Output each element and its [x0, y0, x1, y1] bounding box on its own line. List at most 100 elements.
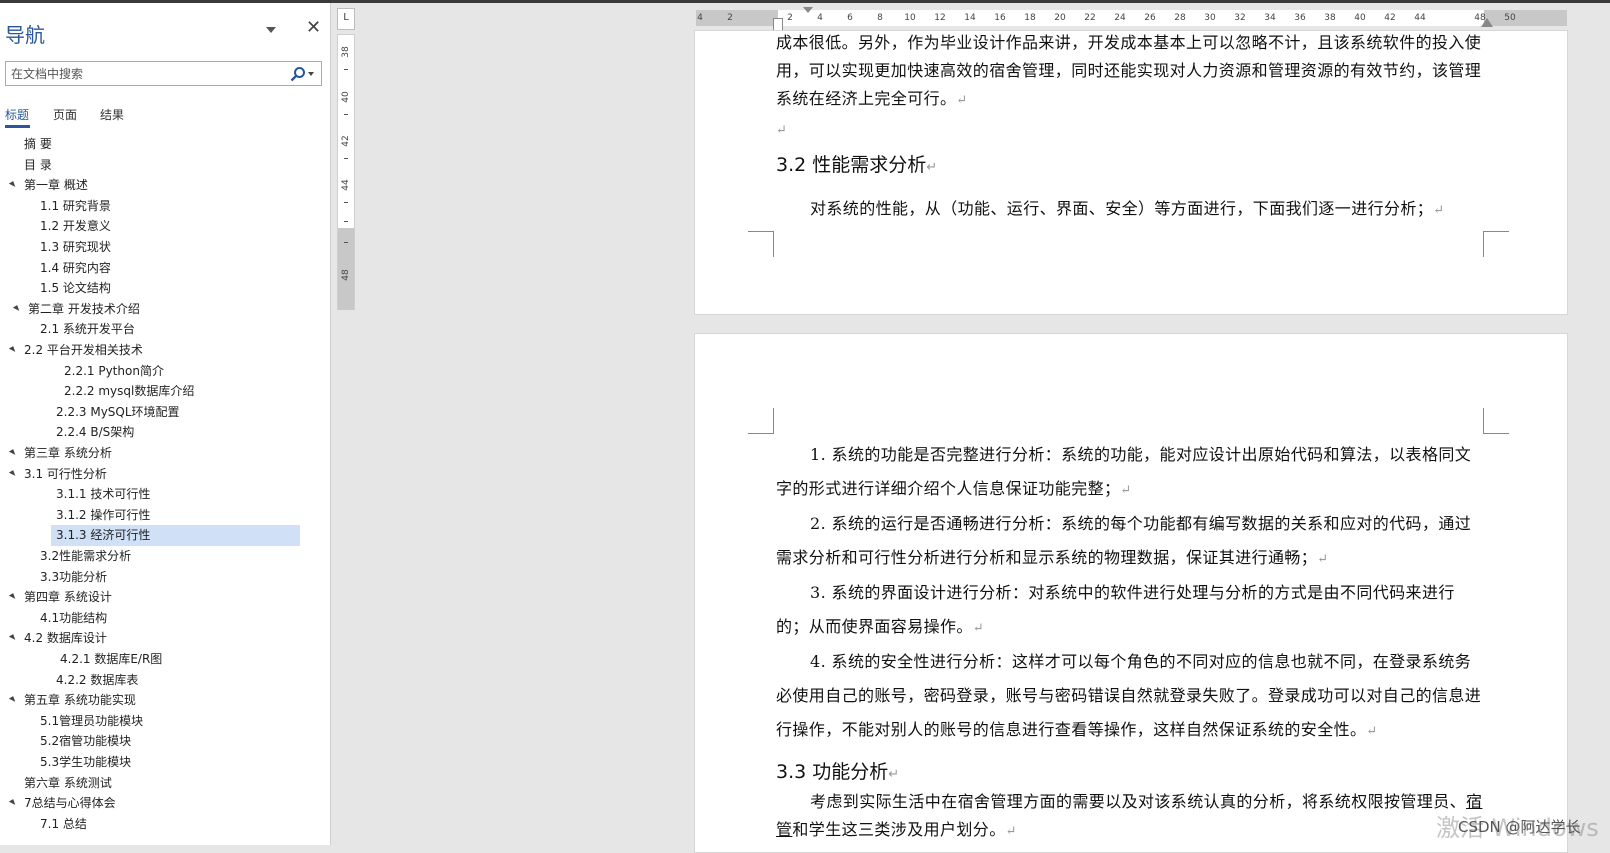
collapse-triangle-icon[interactable]	[8, 634, 17, 643]
heading-tree-item[interactable]: 1.3 研究现状	[40, 237, 111, 258]
heading-tree-item[interactable]: 4.1功能结构	[40, 608, 107, 629]
ruler-tick	[344, 69, 348, 70]
heading-tree-item[interactable]: 5.3学生功能模块	[40, 752, 131, 773]
nav-title: 导航	[5, 23, 45, 47]
tab-selector-button[interactable]: L	[337, 8, 355, 30]
right-margin-area	[1484, 10, 1567, 26]
ruler-number: 48	[341, 269, 351, 281]
ruler-number: 22	[1084, 13, 1096, 23]
heading-tree-item[interactable]: 摘 要	[24, 134, 52, 155]
heading-tree-item[interactable]: 3.2性能需求分析	[40, 546, 131, 567]
heading-tree-item[interactable]: 2.2.3 MySQL环境配置	[56, 402, 180, 423]
paragraph-mark: ↵	[1433, 203, 1445, 218]
ruler-number: 2	[727, 13, 733, 23]
nav-search-input[interactable]	[11, 64, 281, 83]
heading-tree-item[interactable]: 3.1 可行性分析	[24, 464, 107, 485]
paragraph-economic: 成本很低。另外，作为毕业设计作品来讲，开发成本基本上可以忽略不计，且该系统软件的…	[776, 33, 1482, 108]
ruler-number: 6	[847, 13, 853, 23]
ruler-number: 14	[964, 13, 976, 23]
heading-tree-item[interactable]: 1.2 开发意义	[40, 216, 111, 237]
paragraph-mark: ↵	[888, 767, 900, 782]
tab-results[interactable]: 结果	[100, 106, 124, 123]
collapse-triangle-icon[interactable]	[12, 304, 21, 313]
heading-tree-item[interactable]: 5.2宿管功能模块	[40, 731, 131, 752]
ruler-number: 8	[877, 13, 883, 23]
ruler-number: 20	[1054, 13, 1066, 23]
heading-tree-item[interactable]: 3.3功能分析	[40, 567, 107, 588]
collapse-triangle-icon[interactable]	[8, 449, 17, 457]
heading-tree-item[interactable]: 第四章 系统设计	[24, 587, 112, 608]
horizontal-ruler[interactable]: 4 2 2 4 6 8 10 12 14 16 18 20 22 24 26 28 30 32 34 36 38 40 42…	[696, 10, 1567, 26]
heading-tree-item[interactable]: 7.1 总结	[40, 814, 87, 835]
paragraph-mark: ↵	[972, 621, 985, 636]
ruler-number: 16	[994, 13, 1006, 23]
ruler-number: 2	[787, 13, 793, 23]
ruler-number: 50	[1504, 13, 1516, 23]
heading-tree-item[interactable]: 4.2.1 数据库E/R图	[60, 649, 162, 670]
ruler-number: 12	[934, 13, 946, 23]
margin-corner-mark	[748, 231, 774, 257]
collapse-triangle-icon[interactable]	[8, 346, 17, 354]
ruler-number: 30	[1204, 13, 1216, 23]
collapse-triangle-icon[interactable]	[8, 799, 17, 808]
first-line-indent-marker[interactable]	[803, 7, 813, 13]
ruler-number: 44	[341, 179, 351, 191]
ruler-number: 34	[1264, 13, 1276, 23]
heading-tree-item[interactable]: 2.2.4 B/S架构	[56, 422, 134, 443]
ruler-number: 18	[1024, 13, 1036, 23]
ruler-number: 24	[1114, 13, 1126, 23]
heading-tree-item[interactable]: 3.1.1 技术可行性	[56, 484, 150, 505]
heading-tree-item[interactable]: 3.1.3 经济可行性	[51, 525, 300, 547]
ruler-number: 32	[1234, 13, 1246, 23]
heading-tree-item[interactable]: 第三章 系统分析	[24, 443, 112, 464]
heading-tree-item[interactable]: 1.1 研究背景	[40, 196, 111, 217]
paragraph-mark: ↵	[1317, 552, 1329, 567]
margin-corner-mark	[1483, 408, 1509, 434]
heading-tree-item[interactable]: 2.2 平台开发相关技术	[24, 340, 143, 361]
paragraph-mark: ↵	[926, 160, 938, 175]
collapse-triangle-icon[interactable]	[8, 593, 17, 602]
heading-tree-item[interactable]: 1.5 论文结构	[40, 278, 111, 299]
heading-tree-item[interactable]: 2.2.1 Python简介	[64, 361, 164, 382]
heading-3-2: 3.2 性能需求分析↵	[776, 154, 938, 176]
heading-tree-item[interactable]: 第六章 系统测试	[24, 773, 112, 794]
nav-options-dropdown[interactable]	[266, 27, 276, 33]
nav-close-button[interactable]: ✕	[306, 19, 321, 37]
csdn-watermark: CSDN @阿达学长	[1458, 818, 1581, 836]
heading-tree-item[interactable]: 2.1 系统开发平台	[40, 319, 135, 340]
ruler-tick	[344, 202, 348, 203]
heading-tree-item[interactable]: 目 录	[24, 155, 52, 176]
heading-tree-item[interactable]: 第一章 概述	[24, 175, 88, 196]
right-indent-marker[interactable]	[1481, 18, 1493, 27]
heading-tree-item[interactable]: 4.2.2 数据库表	[56, 670, 138, 691]
paragraph-function-analysis: 考虑到实际生活中在宿舍管理方面的需要以及对该系统认真的分析，将系统权限按管理员、…	[776, 792, 1483, 839]
tab-headings[interactable]: 标题	[5, 106, 31, 128]
ruler-number: 36	[1294, 13, 1306, 23]
collapse-triangle-icon[interactable]	[8, 469, 17, 478]
vertical-ruler[interactable]: 38 40 42 44 48	[337, 34, 355, 310]
heading-tree-item[interactable]: 7总结与心得体会	[24, 793, 116, 814]
ruler-number: 40	[341, 91, 351, 103]
heading-tree-item[interactable]: 3.1.2 操作可行性	[56, 505, 150, 526]
collapse-triangle-icon[interactable]	[8, 696, 17, 705]
paragraph-performance: 对系统的性能，从（功能、运行、界面、安全）等方面进行，下面我们逐一进行分析；↵	[810, 199, 1445, 218]
heading-tree-item[interactable]: 2.2.2 mysql数据库介绍	[64, 381, 194, 402]
heading-tree-item[interactable]: 4.2 数据库设计	[24, 628, 107, 649]
heading-tree-item[interactable]: 第二章 开发技术介绍	[28, 299, 140, 320]
heading-tree-item[interactable]: 5.1管理员功能模块	[40, 711, 143, 732]
heading-tree-item[interactable]: 1.4 研究内容	[40, 258, 111, 279]
collapse-triangle-icon[interactable]	[8, 181, 17, 190]
list-item-function: 1. 系统的功能是否完整进行分析：系统的功能，能对应设计出原始代码和算法，以表格…	[776, 445, 1472, 498]
tab-pages[interactable]: 页面	[53, 106, 77, 123]
search-options-chevron-icon[interactable]	[308, 72, 314, 76]
list-item-operation: 2. 系统的运行是否通畅进行分析：系统的每个功能都有编写数据的关系和应对的代码，…	[776, 514, 1472, 567]
heading-tree-item[interactable]: 第五章 系统功能实现	[24, 690, 136, 711]
ruler-number: 38	[341, 46, 351, 58]
search-icon[interactable]	[290, 66, 306, 82]
ruler-tick	[344, 114, 348, 115]
paragraph-mark: ↵	[1005, 824, 1017, 839]
ruler-number: 40	[1354, 13, 1366, 23]
ruler-number: 4	[817, 13, 823, 23]
ruler-number: 42	[341, 135, 351, 147]
list-item-interface: 3. 系统的界面设计进行分析：对系统中的软件进行处理与分析的方式是由不同代码来进…	[776, 583, 1455, 636]
